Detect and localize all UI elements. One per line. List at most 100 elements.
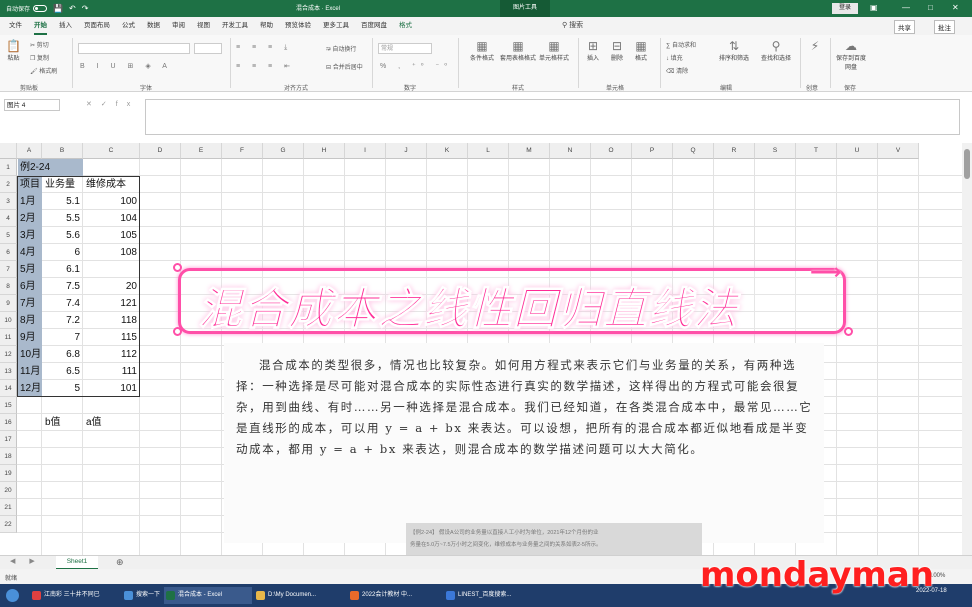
row-header[interactable]: 6 — [0, 244, 17, 261]
column-header[interactable]: L — [468, 143, 509, 159]
row-header[interactable]: 11 — [0, 329, 17, 346]
vertical-scrollbar[interactable] — [962, 143, 972, 555]
find-select-button[interactable]: ⚲ 查找和选择 — [754, 39, 798, 62]
maximize-icon[interactable]: □ — [928, 3, 933, 12]
taskbar-item[interactable]: 混合成本 - Excel — [164, 587, 252, 604]
row-header[interactable]: 14 — [0, 380, 17, 397]
row-header[interactable]: 5 — [0, 227, 17, 244]
font-size-select[interactable] — [194, 43, 222, 54]
tab-2[interactable]: 插入 — [59, 17, 72, 35]
row-header[interactable]: 18 — [0, 448, 17, 465]
format-cells-button[interactable]: ▦ 格式 — [630, 39, 652, 62]
worksheet-grid[interactable]: A B C D E F G H I J K L M N O P Q R S T U V 1 2 3 4 5 6 7 8 9 10 11 12 13 1… — [0, 143, 962, 555]
column-header[interactable]: J — [386, 143, 427, 159]
column-header[interactable]: K — [427, 143, 468, 159]
paste-button[interactable]: 📋 粘贴 — [6, 39, 21, 62]
column-header[interactable]: B — [42, 143, 83, 159]
sheet-nav-arrows[interactable]: ◀ ▶ — [10, 557, 41, 565]
cell-a1[interactable]: 例2-24 — [18, 159, 83, 176]
sort-filter-button[interactable]: ⇅ 排序和筛选 — [712, 39, 756, 62]
tab-0[interactable]: 文件 — [9, 17, 22, 35]
tab-8[interactable]: 开发工具 — [222, 17, 248, 35]
embedded-picture[interactable]: 混合成本的类型很多，情况也比较复杂。如何用方程式来表示它们与业务量的关系，有两种… — [224, 343, 824, 543]
example-picture[interactable]: 【例2-24】 假设A公司的业务量以直接人工小时为单位，2021年12个月份的业… — [406, 523, 702, 555]
column-header[interactable]: U — [837, 143, 878, 159]
row-header[interactable]: 8 — [0, 278, 17, 295]
cut-button[interactable]: ✂ 剪切 — [30, 40, 49, 49]
ribbon-display-icon[interactable]: ▣ — [870, 3, 878, 12]
search-box[interactable]: ⚲ 搜索 — [562, 20, 583, 30]
number-format-select[interactable]: 常规 — [378, 43, 432, 54]
column-header[interactable]: H — [304, 143, 345, 159]
cell-b16[interactable]: b值 — [43, 414, 83, 431]
conditional-format-button[interactable]: ▦ 条件格式 — [464, 39, 500, 62]
row-header[interactable]: 21 — [0, 499, 17, 516]
delete-cells-button[interactable]: ⊟ 删除 — [606, 39, 628, 62]
fill-button[interactable]: ↓ 填充 — [666, 53, 683, 62]
row-header[interactable]: 10 — [0, 312, 17, 329]
tab-3[interactable]: 页面布局 — [84, 17, 110, 35]
formula-input[interactable] — [145, 99, 960, 135]
column-header[interactable]: C — [83, 143, 140, 159]
undo-icon[interactable]: ↶ — [69, 4, 76, 13]
column-header[interactable]: F — [222, 143, 263, 159]
row-header[interactable]: 15 — [0, 397, 17, 414]
share-button[interactable]: 共享 — [894, 20, 915, 34]
row-header[interactable]: 17 — [0, 431, 17, 448]
tab-6[interactable]: 审阅 — [172, 17, 185, 35]
minimize-icon[interactable]: — — [902, 3, 910, 12]
row-header[interactable]: 12 — [0, 346, 17, 363]
row-header[interactable]: 9 — [0, 295, 17, 312]
row-header[interactable]: 7 — [0, 261, 17, 278]
column-header[interactable]: N — [550, 143, 591, 159]
taskbar-item[interactable]: 搜索一下 — [122, 587, 162, 604]
save-icon[interactable]: 💾 — [53, 4, 63, 13]
name-box[interactable]: 图片 4 — [4, 99, 60, 111]
column-header[interactable]: I — [345, 143, 386, 159]
tab-11[interactable]: 更多工具 — [323, 17, 349, 35]
column-header[interactable]: V — [878, 143, 919, 159]
sheet-tab-sheet1[interactable]: Sheet1 — [56, 556, 98, 570]
row-header[interactable]: 13 — [0, 363, 17, 380]
comment-button[interactable]: 批注 — [934, 20, 955, 34]
analyze-data-button[interactable]: ⚡ — [804, 39, 826, 53]
column-header[interactable]: E — [181, 143, 222, 159]
column-header[interactable]: Q — [673, 143, 714, 159]
column-header[interactable]: A — [17, 143, 42, 159]
column-header[interactable]: T — [796, 143, 837, 159]
add-sheet-icon[interactable]: ⊕ — [116, 557, 124, 568]
select-all-corner[interactable] — [0, 143, 17, 159]
start-icon[interactable] — [6, 589, 19, 602]
alignment-buttons-row2[interactable]: ≡ ≡ ≡ ⇤ — [236, 62, 295, 70]
row-header[interactable]: 16 — [0, 414, 17, 431]
format-painter-button[interactable]: 🖌 格式刷 — [30, 66, 57, 75]
fx-icon[interactable]: fx — [116, 101, 139, 108]
insert-cells-button[interactable]: ⊞ 插入 — [582, 39, 604, 62]
taskbar-item[interactable]: D:\My Documen... — [254, 587, 346, 604]
cancel-icon[interactable]: ✕ — [86, 101, 101, 108]
enter-icon[interactable]: ✓ — [101, 101, 116, 108]
column-header[interactable]: O — [591, 143, 632, 159]
column-header[interactable]: P — [632, 143, 673, 159]
alignment-buttons[interactable]: ≡ ≡ ≡ ⤓ — [236, 44, 292, 52]
wrap-text-button[interactable]: ⮒ 自动换行 — [326, 44, 356, 55]
tab-4[interactable]: 公式 — [122, 17, 135, 35]
taskbar-item[interactable]: LINEST_百度搜索... — [444, 587, 538, 604]
row-header[interactable]: 2 — [0, 176, 17, 193]
column-header[interactable]: D — [140, 143, 181, 159]
tab-10[interactable]: 预览体验 — [285, 17, 311, 35]
table-format-button[interactable]: ▦ 套用表格格式 — [500, 39, 536, 62]
close-icon[interactable]: ✕ — [952, 3, 959, 12]
row-header[interactable]: 20 — [0, 482, 17, 499]
clear-button[interactable]: ⌫ 清除 — [666, 66, 688, 75]
font-name-select[interactable] — [78, 43, 190, 54]
column-header[interactable]: R — [714, 143, 755, 159]
taskbar-item[interactable]: 江南彩 三十井不同已 — [30, 587, 120, 604]
tab-1[interactable]: 开始 — [34, 17, 47, 35]
column-header[interactable]: M — [509, 143, 550, 159]
autosum-button[interactable]: ∑ 自动求和 — [666, 40, 696, 49]
cell-c16[interactable]: a值 — [84, 414, 140, 431]
tab-12[interactable]: 百度网盘 — [361, 17, 387, 35]
tab-13[interactable]: 格式 — [399, 17, 412, 35]
redo-icon[interactable]: ↷ — [82, 4, 89, 13]
